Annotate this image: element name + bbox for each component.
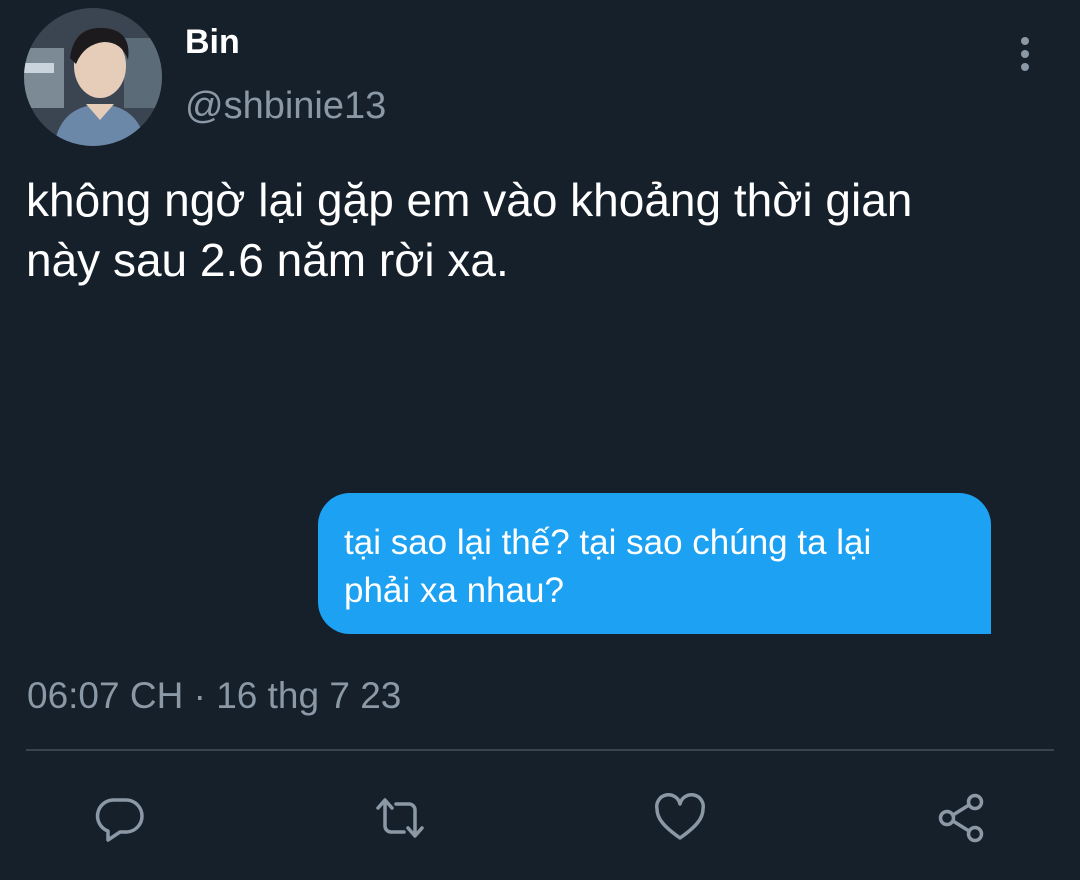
tweet-timestamp[interactable]: 06:07 CH · 16 thg 7 23 (27, 674, 401, 718)
display-name[interactable]: Bin (185, 22, 240, 62)
tweet-detail: Bin @shbinie13 không ngờ lại gặp em vào … (0, 0, 1080, 880)
avatar-photo-icon (24, 8, 162, 146)
retweet-button[interactable] (372, 790, 428, 846)
tweet-text: không ngờ lại gặp em vào khoảng thời gia… (26, 174, 913, 286)
retweet-icon (376, 798, 424, 838)
reply-button[interactable] (92, 790, 148, 846)
reply-bubble-icon (95, 798, 144, 842)
divider (26, 749, 1054, 751)
message-bubble-image: tại sao lại thế? tại sao chúng ta lại ph… (318, 493, 991, 634)
avatar[interactable] (24, 8, 162, 146)
share-icon (938, 793, 984, 843)
heart-icon (654, 793, 706, 840)
user-handle[interactable]: @shbinie13 (185, 84, 386, 128)
share-button[interactable] (934, 790, 990, 846)
message-bubble-text: tại sao lại thế? tại sao chúng ta lại ph… (344, 523, 872, 610)
like-button[interactable] (652, 790, 708, 846)
more-options-icon[interactable] (1010, 34, 1040, 74)
